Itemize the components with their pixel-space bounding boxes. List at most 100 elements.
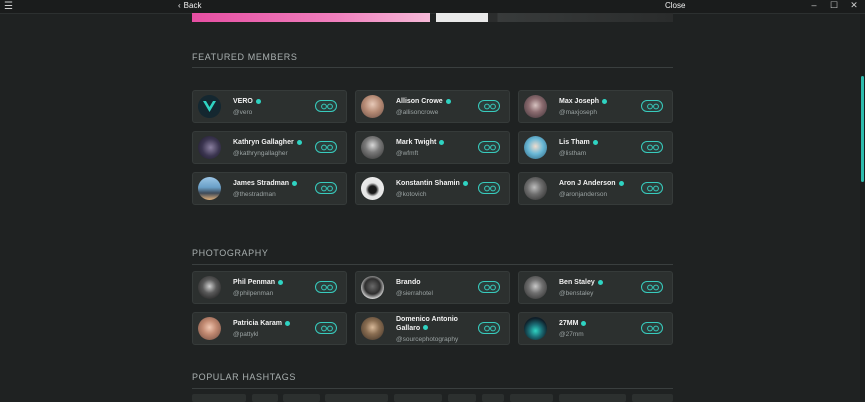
- connect-icon: [647, 144, 659, 151]
- member-card[interactable]: Ben Staley @benstaley: [518, 271, 673, 304]
- connect-icon: [647, 284, 659, 291]
- member-card[interactable]: Max Joseph @maxjoseph: [518, 90, 673, 123]
- avatar: [198, 95, 221, 118]
- member-card[interactable]: Lis Tham @listham: [518, 131, 673, 164]
- member-handle: @27mm: [559, 331, 584, 338]
- member-handle: @philpenman: [233, 290, 274, 297]
- connect-icon: [321, 284, 333, 291]
- back-button[interactable]: ‹ Back: [178, 1, 201, 10]
- hashtag-chip[interactable]: [632, 394, 673, 402]
- maximize-icon[interactable]: ☐: [829, 0, 839, 11]
- member-name: Max Joseph: [559, 98, 608, 105]
- title-bar: ☰ ‹ Back Close – ☐ ✕: [0, 0, 865, 14]
- connect-icon: [484, 325, 496, 332]
- follow-button[interactable]: [641, 281, 663, 293]
- connect-icon: [321, 325, 333, 332]
- member-handle: @aronjanderson: [559, 191, 608, 198]
- window-close-icon[interactable]: ✕: [849, 0, 859, 11]
- follow-button[interactable]: [478, 100, 500, 112]
- member-card[interactable]: Brando @sierrahotel: [355, 271, 510, 304]
- member-name: VERO: [233, 98, 261, 105]
- back-label: Back: [183, 1, 202, 10]
- member-name: Phil Penman: [233, 279, 284, 286]
- verified-icon: [581, 321, 587, 326]
- follow-button[interactable]: [478, 281, 500, 293]
- avatar: [361, 95, 384, 118]
- follow-button[interactable]: [641, 100, 663, 112]
- avatar: [524, 95, 547, 118]
- member-card[interactable]: Aron J Anderson @aronjanderson: [518, 172, 673, 205]
- follow-button[interactable]: [478, 182, 500, 194]
- member-handle: @listham: [559, 150, 587, 157]
- hashtag-chip[interactable]: [510, 394, 553, 402]
- banner-image-left[interactable]: [192, 13, 430, 22]
- avatar: [198, 177, 221, 200]
- close-button[interactable]: Close: [665, 1, 685, 10]
- hashtag-chip[interactable]: [482, 394, 504, 402]
- member-card[interactable]: Allison Crowe @allisoncrowe: [355, 90, 510, 123]
- member-name: Ben Staley: [559, 279, 603, 286]
- follow-button[interactable]: [478, 322, 500, 334]
- verified-icon: [255, 99, 261, 104]
- verified-icon: [285, 321, 291, 326]
- verified-icon: [602, 99, 608, 104]
- member-handle: @kotovich: [396, 191, 427, 198]
- verified-icon: [597, 280, 603, 285]
- member-card[interactable]: Domenico Antonio Gallaro @sourcephotogra…: [355, 312, 510, 345]
- member-name: 27MM: [559, 320, 587, 327]
- member-handle: @allisoncrowe: [396, 109, 439, 116]
- scrollbar-track[interactable]: [860, 14, 865, 400]
- hashtag-chip[interactable]: [283, 394, 320, 402]
- hashtag-chip[interactable]: [448, 394, 476, 402]
- follow-button[interactable]: [315, 281, 337, 293]
- verified-icon: [592, 140, 598, 145]
- follow-button[interactable]: [315, 141, 337, 153]
- connect-icon: [321, 185, 333, 192]
- hashtag-chip[interactable]: [325, 394, 388, 402]
- follow-button[interactable]: [641, 182, 663, 194]
- avatar: [198, 136, 221, 159]
- verified-icon: [439, 140, 445, 145]
- hashtag-chip[interactable]: [394, 394, 442, 402]
- member-card[interactable]: VERO @vero: [192, 90, 347, 123]
- hashtag-chip[interactable]: [252, 394, 278, 402]
- member-card[interactable]: James Stradman @thestradman: [192, 172, 347, 205]
- member-card[interactable]: 27MM @27mm: [518, 312, 673, 345]
- chevron-left-icon: ‹: [178, 1, 181, 10]
- follow-button[interactable]: [315, 182, 337, 194]
- member-name: Mark Twight: [396, 139, 445, 146]
- member-handle: @sierrahotel: [396, 290, 433, 297]
- member-card[interactable]: Kathryn Gallagher @kathryngallagher: [192, 131, 347, 164]
- connect-icon: [321, 144, 333, 151]
- member-name: Aron J Anderson: [559, 180, 624, 187]
- window-controls: – ☐ ✕: [809, 0, 859, 11]
- member-card[interactable]: Konstantin Shamin @kotovich: [355, 172, 510, 205]
- follow-button[interactable]: [315, 322, 337, 334]
- member-card[interactable]: Patricia Karam @pattykl: [192, 312, 347, 345]
- member-name: Allison Crowe: [396, 98, 451, 105]
- follow-button[interactable]: [315, 100, 337, 112]
- follow-button[interactable]: [641, 141, 663, 153]
- minimize-icon[interactable]: –: [809, 0, 819, 11]
- avatar: [524, 276, 547, 299]
- scrollbar-thumb[interactable]: [861, 76, 864, 182]
- follow-button[interactable]: [641, 322, 663, 334]
- member-name: Domenico Antonio Gallaro: [396, 316, 458, 332]
- hashtag-chip[interactable]: [192, 394, 246, 402]
- hashtag-chip[interactable]: [559, 394, 626, 402]
- connect-icon: [484, 185, 496, 192]
- member-name: Patricia Karam: [233, 320, 291, 327]
- member-card[interactable]: Mark Twight @wfmft: [355, 131, 510, 164]
- avatar: [198, 317, 221, 340]
- avatar: [524, 177, 547, 200]
- member-card[interactable]: Phil Penman @philpenman: [192, 271, 347, 304]
- member-handle: @sourcephotography: [396, 336, 459, 343]
- connect-icon: [647, 103, 659, 110]
- featured-members-heading: FEATURED MEMBERS: [192, 52, 298, 62]
- avatar: [524, 317, 547, 340]
- follow-button[interactable]: [478, 141, 500, 153]
- banner-image-right[interactable]: [436, 13, 673, 22]
- hamburger-icon[interactable]: ☰: [4, 1, 13, 12]
- member-handle: @pattykl: [233, 331, 259, 338]
- member-handle: @vero: [233, 109, 253, 116]
